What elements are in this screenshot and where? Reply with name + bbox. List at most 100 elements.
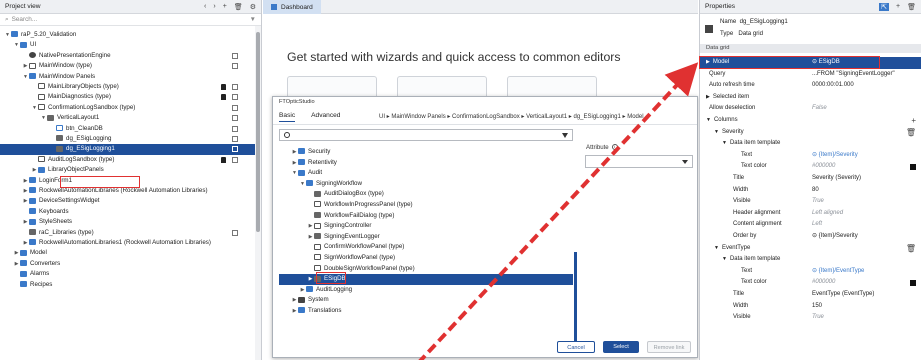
dialog-tree-item[interactable]: ▼ SigningWorkflow [279,179,573,190]
chevron-right-icon[interactable]: ▶ [291,295,298,306]
tree-item[interactable]: Keyboards [0,207,260,217]
property-row[interactable]: ▼ Columns + [700,115,921,127]
tree-item[interactable]: ▼ MainWindow Panels [0,72,260,82]
open-editor-icon[interactable] [232,146,238,153]
chevron-down-icon[interactable]: ▼ [722,256,727,262]
dialog-tree-item[interactable]: ▶ System [279,295,573,306]
property-row[interactable]: Text ⊝ {Item}/Severity [700,150,921,162]
chevron-right-icon[interactable]: ▶ [706,59,710,65]
open-editor-icon[interactable] [232,104,238,111]
dialog-tree-item[interactable]: ▶ Retentivity [279,158,573,169]
delete-icon[interactable]: 🗑 [234,3,243,11]
chevron-right-icon[interactable]: ▶ [22,196,29,206]
color-swatch[interactable] [910,164,916,171]
property-value[interactable]: ⊝ {Item}/Severity [812,150,858,162]
dialog-tree-item[interactable]: DoubleSignWorkflowPanel (type) [279,264,573,275]
chevron-down-icon[interactable]: ▼ [299,179,306,190]
chevron-right-icon[interactable]: ▶ [307,221,314,232]
info-icon[interactable]: i [611,144,618,151]
tree-item[interactable]: ▶ Converters [0,259,260,269]
tree-item[interactable]: btn_CleanDB [0,124,260,134]
filter-icon[interactable] [562,132,568,138]
chevron-down-icon[interactable]: ▼ [706,117,711,123]
tree-item[interactable]: Alarms [0,269,260,279]
property-value[interactable]: ...FROM "SigningEventLogger" [812,69,895,81]
tree-item[interactable]: ▶ Model [0,248,260,258]
tab-basic[interactable]: Basic [279,112,296,122]
back-icon[interactable]: ‹ [204,3,206,11]
property-row[interactable]: ▶ Model ⊝ ESigDB [700,57,921,69]
property-value[interactable]: ⊝ {Item}/Severity [812,231,858,243]
open-editor-icon[interactable] [232,115,238,122]
add-icon[interactable]: + [896,3,900,11]
dialog-tree-item[interactable]: WorkflowInProgressPanel (type) [279,200,573,211]
tree-item[interactable]: MainLibraryObjects (type) [0,82,260,92]
property-value[interactable]: ⊝ {Item}/EventType [812,266,864,278]
name-value[interactable]: dg_ESigLogging1 [740,18,788,25]
dialog-tree-item[interactable]: ▶ Translations [279,306,573,317]
tree-item[interactable]: dg_ESigLogging1 [0,144,260,155]
open-editor-icon[interactable] [232,84,238,90]
dialog-tree-scrollbar[interactable] [574,252,577,342]
project-search-input[interactable]: Search... [12,16,250,23]
property-row[interactable]: Header alignment Left aligned [700,208,921,220]
property-value[interactable]: True [812,196,824,208]
project-tree-scrollbar[interactable] [255,26,261,360]
select-button[interactable]: Select [603,341,639,353]
chevron-down-icon[interactable]: ▼ [13,40,20,50]
tree-item[interactable]: AuditLogSandbox (type) [0,155,260,165]
tree-item[interactable]: ▼ ConfirmationLogSandbox (type) [0,103,260,113]
property-value[interactable]: Left [812,219,822,231]
open-editor-icon[interactable] [232,156,238,163]
properties-group-header[interactable]: Data grid [700,44,921,53]
chevron-down-icon[interactable]: ▼ [714,245,719,251]
open-editor-icon[interactable] [232,229,238,236]
chevron-down-icon[interactable]: ▼ [722,140,727,146]
tree-item[interactable]: ▼ VerticalLayout1 [0,113,260,123]
delete-icon[interactable]: 🗑 [907,3,916,11]
tree-item[interactable]: raC_Libraries (type) [0,228,260,238]
chevron-down-icon[interactable]: ▼ [4,30,11,40]
project-search-bar[interactable]: ⌕ Search... ▼ [0,14,261,26]
property-value[interactable]: EventType (EventType) [812,289,874,301]
open-editor-icon[interactable] [232,52,238,59]
chevron-down-icon[interactable]: ▼ [31,103,38,113]
dialog-tree-item[interactable]: AuditDialogBox (type) [279,189,573,200]
property-row[interactable]: Text ⊝ {Item}/EventType [700,266,921,278]
open-editor-icon[interactable] [232,125,238,132]
attribute-select[interactable] [585,155,693,168]
property-row[interactable]: Text color #000000 [700,277,921,289]
chevron-right-icon[interactable]: ▶ [307,232,314,243]
property-row[interactable]: Title Severity (Severity) [700,173,921,185]
pin-icon[interactable]: ⇱ [879,2,890,11]
dialog-tree-item[interactable]: SignWorkflowPanel (type) [279,253,573,264]
dialog-tree-item[interactable]: ConfirmWorkflowPanel (type) [279,242,573,253]
color-swatch[interactable] [910,280,916,287]
chevron-right-icon[interactable]: ▶ [22,61,29,71]
property-row[interactable]: Query ...FROM "SigningEventLogger" [700,69,921,81]
tree-item[interactable]: dg_ESigLogging [0,134,260,144]
property-value[interactable]: ⊝ ESigDB [812,57,840,69]
property-row[interactable]: ▼ EventType 🗑 [700,243,921,255]
tree-item[interactable]: NativePresentationEngine [0,51,260,61]
property-row[interactable]: Order by ⊝ {Item}/Severity [700,231,921,243]
tree-item[interactable]: ▼ UI [0,40,260,50]
tab-advanced[interactable]: Advanced [311,112,340,122]
chevron-right-icon[interactable]: ▶ [706,94,710,100]
cancel-button[interactable]: Cancel [557,341,595,353]
property-value[interactable]: #000000 [812,161,835,173]
chevron-right-icon[interactable]: ▶ [307,274,314,285]
property-row[interactable]: Visible True [700,196,921,208]
property-row[interactable]: Width 150 [700,301,921,313]
chevron-down-icon[interactable]: ▼ [714,129,719,135]
property-row[interactable]: ▶ Selected item [700,92,921,104]
dialog-search-input[interactable] [279,129,573,141]
chevron-right-icon[interactable]: ▶ [31,165,38,175]
tree-item[interactable]: ▶ LibraryObjectPanels [0,165,260,175]
open-editor-icon[interactable] [232,63,238,70]
property-value[interactable]: 0000:00:01.000 [812,80,854,92]
filter-icon[interactable]: ▼ [250,16,256,23]
property-value[interactable]: True [812,312,824,324]
property-value[interactable]: 150 [812,301,822,313]
settings-icon[interactable]: ⚙ [250,3,256,11]
